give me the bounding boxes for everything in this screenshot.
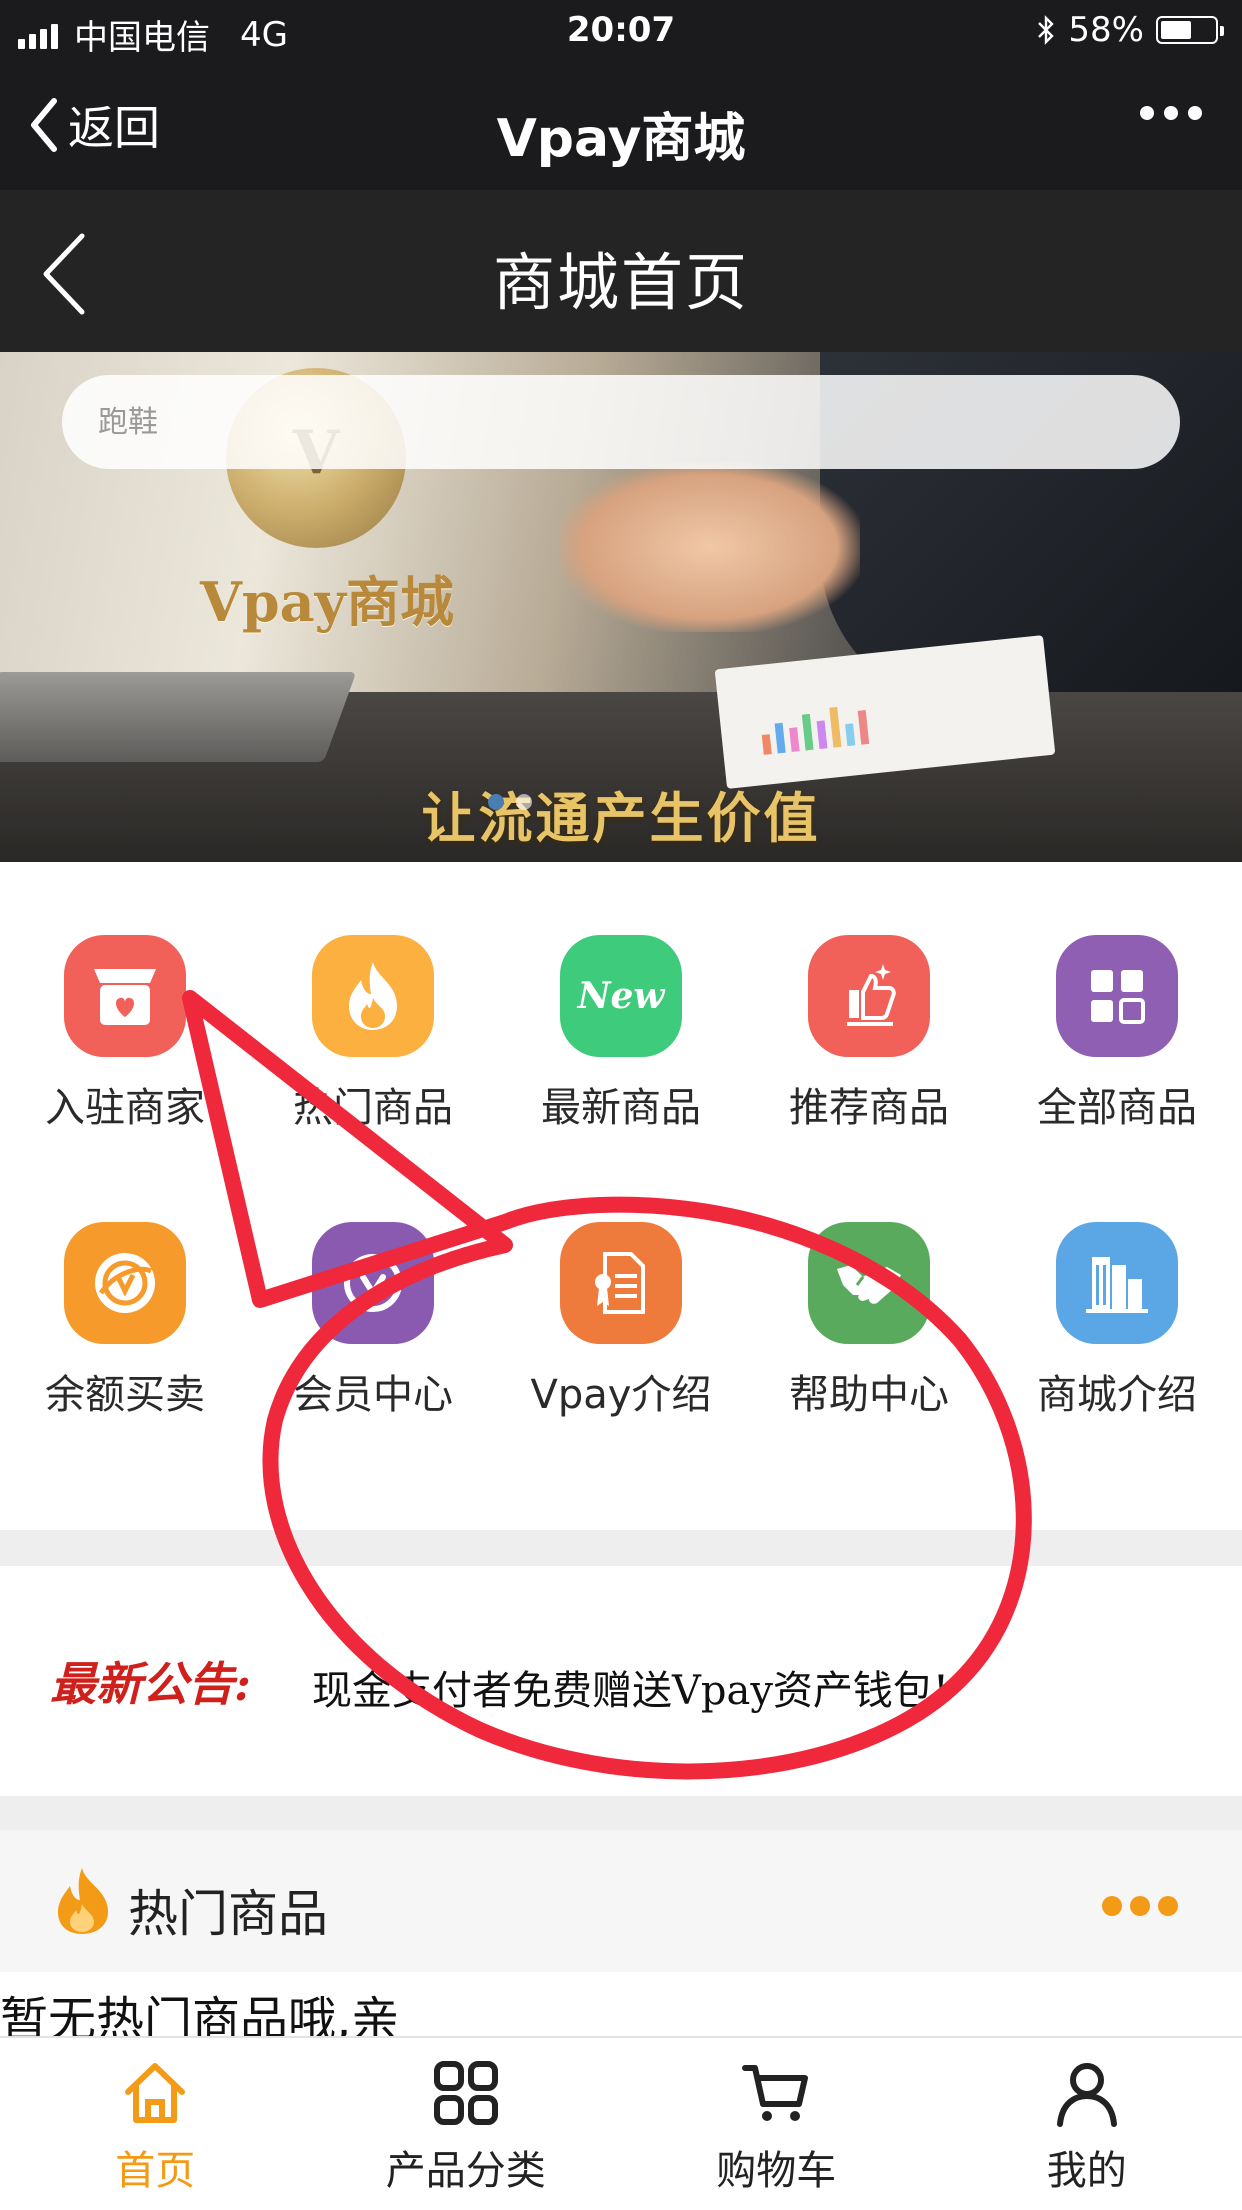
menu-item-label: 帮助中心 [745,1362,993,1420]
handshake-icon [808,1222,930,1344]
tab-label: 购物车 [621,2138,932,2196]
menu-item-label: 热门商品 [249,1075,497,1133]
section-divider [0,1796,1242,1830]
tab-label: 首页 [0,2138,311,2196]
carousel-dots [488,794,532,810]
menu-item-vpay-intro[interactable]: Vpay介绍 [497,1222,745,1442]
battery-percent: 58% [1068,10,1144,50]
menu-item-hot-products[interactable]: 热门商品 [249,935,497,1155]
announcement-label: 最新公告: [50,1648,251,1714]
tab-categories[interactable]: 产品分类 [311,2038,622,2210]
menu-item-merchant-join[interactable]: 入驻商家 [1,935,249,1155]
page-title: 商城首页 [0,232,1242,322]
member-badge-icon [312,1222,434,1344]
tab-label: 我的 [932,2138,1242,2196]
hot-products-header: 热门商品 [0,1830,1242,1972]
user-icon [1052,2058,1122,2128]
tab-home[interactable]: 首页 [0,2038,311,2210]
flame-icon [312,935,434,1057]
hot-products-more-button[interactable] [1102,1896,1178,1916]
page-header: 商城首页 [0,190,1242,352]
more-dot-icon [1102,1896,1122,1916]
hot-products-title: 热门商品 [128,1874,328,1946]
carousel-dot[interactable] [516,794,532,810]
tab-cart[interactable]: 购物车 [621,2038,932,2210]
banner-laptop-image [0,672,356,762]
certificate-icon [560,1222,682,1344]
menu-item-mall-intro[interactable]: 商城介绍 [993,1222,1241,1442]
bottom-tab-bar: 首页 产品分类 购物车 我的 [0,2036,1242,2210]
store-heart-icon [64,935,186,1057]
category-grid-icon [431,2058,501,2128]
menu-item-label: 余额买卖 [1,1362,249,1420]
menu-item-label: 全部商品 [993,1075,1241,1133]
menu-item-label: 最新商品 [497,1075,745,1133]
vpay-coin-icon [64,1222,186,1344]
menu-item-label: 推荐商品 [745,1075,993,1133]
announcement-bar[interactable]: 最新公告: 现金支付者免费赠送Vpay资产钱包! [0,1566,1242,1796]
menu-item-label: 商城介绍 [993,1362,1241,1420]
banner-brand: Vpay商城 [200,558,454,637]
more-dot-icon [1188,106,1202,120]
section-divider [0,1530,1242,1566]
thumb-recommend-icon [808,935,930,1057]
carousel-dot-active[interactable] [488,794,504,810]
menu-item-all-products[interactable]: 全部商品 [993,935,1241,1155]
menu-item-label: 会员中心 [249,1362,497,1420]
menu-item-label: Vpay介绍 [497,1362,745,1420]
wechat-title: Vpay商城 [0,96,1242,171]
menu-item-help-center[interactable]: 帮助中心 [745,1222,993,1442]
tab-profile[interactable]: 我的 [932,2038,1242,2210]
more-menu-button[interactable] [1140,106,1202,120]
bluetooth-icon [1036,14,1056,46]
menu-item-new-products[interactable]: New 最新商品 [497,935,745,1155]
building-icon [1056,1222,1178,1344]
banner-slogan: 让流通产生价值 [0,774,1242,853]
cart-icon [741,2058,811,2128]
status-bar: 中国电信 4G 20:07 58% [0,0,1242,62]
tab-label: 产品分类 [311,2138,622,2196]
more-dot-icon [1140,106,1154,120]
menu-item-recommended[interactable]: 推荐商品 [745,935,993,1155]
new-badge-text: New [578,975,665,1017]
wechat-nav-bar: 返回 Vpay商城 [0,62,1242,190]
banner-handshake-image [560,462,860,632]
more-dot-icon [1164,106,1178,120]
search-bar[interactable] [62,375,1180,469]
grid-icon [1056,935,1178,1057]
home-icon [120,2058,190,2128]
more-dot-icon [1158,1896,1178,1916]
menu-item-label: 入驻商家 [1,1075,249,1133]
battery-icon [1156,16,1218,44]
search-input[interactable] [96,404,1146,441]
announcement-text[interactable]: 现金支付者免费赠送Vpay资产钱包! [312,1658,949,1716]
new-badge-icon: New [560,935,682,1057]
menu-item-balance-trade[interactable]: 余额买卖 [1,1222,249,1442]
more-dot-icon [1130,1896,1150,1916]
flame-icon [52,1866,116,1936]
status-right: 58% [1036,10,1218,50]
menu-item-member-center[interactable]: 会员中心 [249,1222,497,1442]
